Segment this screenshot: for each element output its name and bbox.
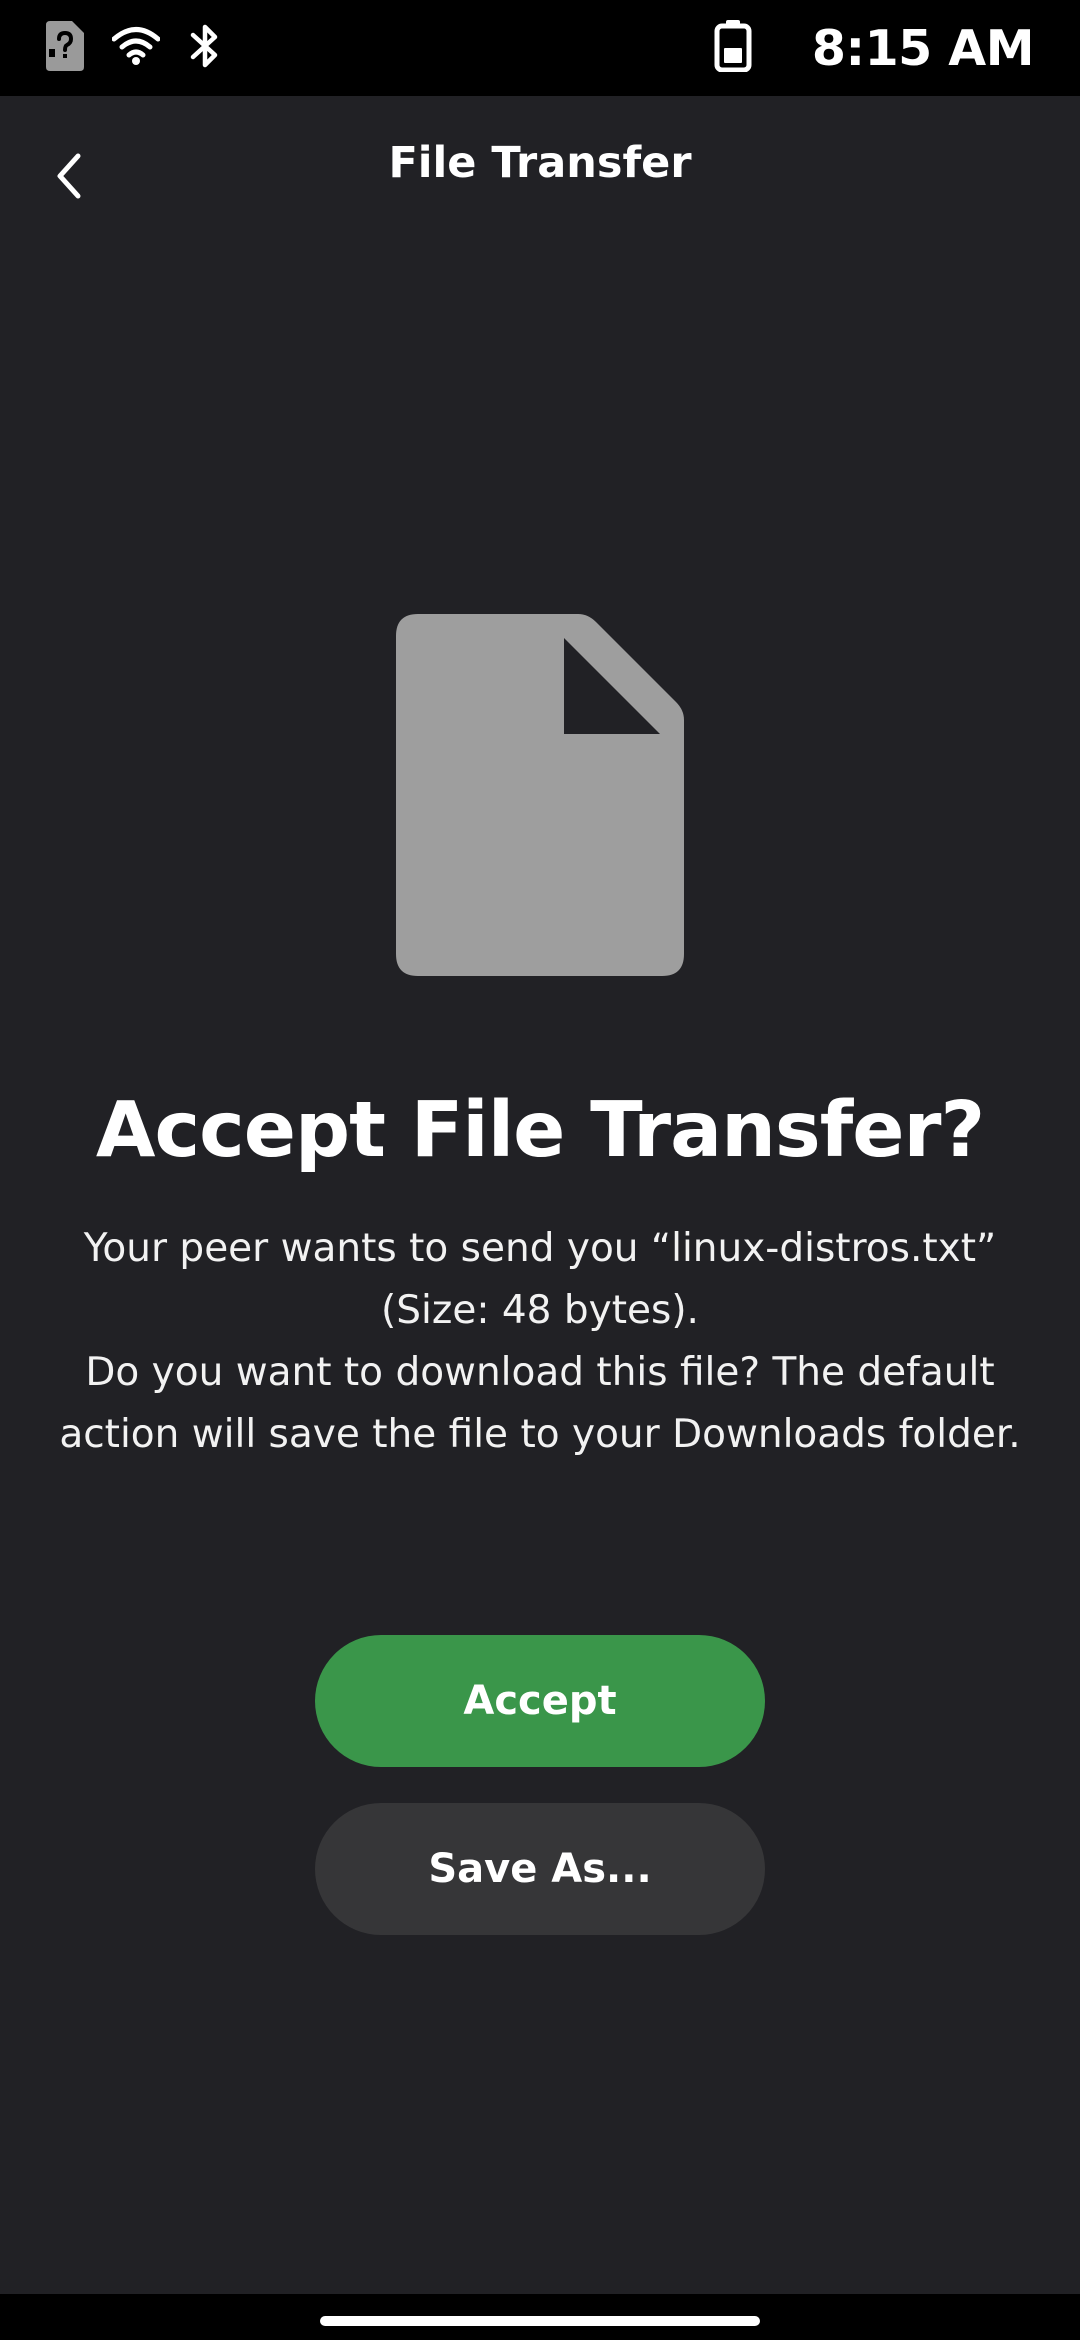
bluetooth-icon: [188, 21, 222, 75]
transfer-file-info: Your peer wants to send you “linux-distr…: [83, 1226, 997, 1333]
home-indicator[interactable]: [320, 2316, 760, 2326]
save-as-button[interactable]: Save As...: [315, 1803, 765, 1935]
status-icons-left: [46, 20, 222, 76]
status-time: 8:15 AM: [811, 19, 1035, 77]
top-app-bar: File Transfer: [0, 96, 1080, 236]
transfer-question: Do you want to download this file? The d…: [59, 1350, 1021, 1457]
status-icons-right: 8:15 AM: [714, 19, 1035, 77]
battery-icon: [714, 20, 752, 76]
page-title: File Transfer: [388, 138, 692, 188]
status-bar: 8:15 AM: [0, 0, 1080, 96]
wifi-icon: [111, 26, 161, 70]
document-icon: [396, 614, 684, 980]
file-transfer-screen: File Transfer Accept File Transfer? Your…: [0, 96, 1080, 2294]
accept-button[interactable]: Accept: [315, 1635, 765, 1767]
transfer-message: Your peer wants to send you “linux-distr…: [40, 1218, 1040, 1466]
dialog-heading: Accept File Transfer?: [95, 1086, 985, 1175]
gesture-nav-bar: [0, 2294, 1080, 2340]
sim-unknown-icon: [46, 21, 84, 75]
